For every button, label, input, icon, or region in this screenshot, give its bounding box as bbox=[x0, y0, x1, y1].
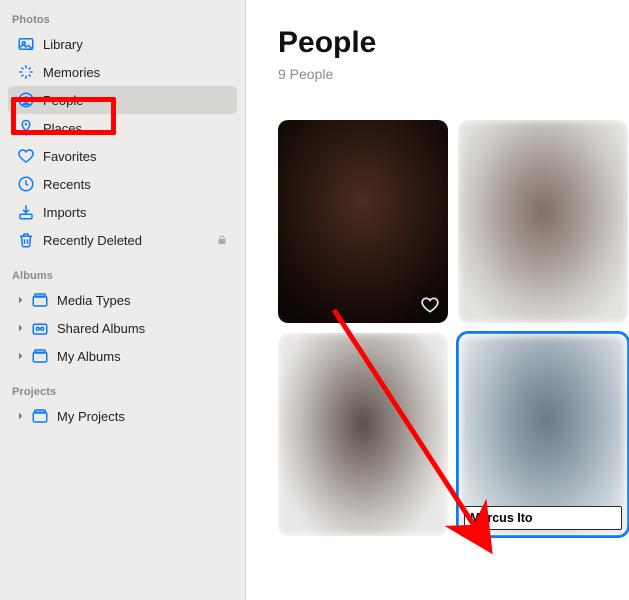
sidebar-item-my-projects[interactable]: My Projects bbox=[8, 402, 237, 430]
sidebar-item-shared-albums[interactable]: Shared Albums bbox=[8, 314, 237, 342]
sidebar-item-label: Recently Deleted bbox=[43, 233, 215, 248]
main-content: People 9 People bbox=[246, 0, 629, 600]
shared-folder-icon bbox=[30, 319, 50, 337]
chevron-right-icon bbox=[16, 411, 26, 421]
clock-icon bbox=[16, 175, 36, 193]
sidebar-section-photos-title: Photos bbox=[6, 8, 239, 30]
chevron-right-icon bbox=[16, 351, 26, 361]
person-tile-selected[interactable] bbox=[458, 333, 628, 536]
person-name-input[interactable] bbox=[464, 506, 622, 530]
sidebar-item-favorites[interactable]: Favorites bbox=[8, 142, 237, 170]
favorite-heart-icon[interactable] bbox=[420, 295, 440, 315]
sidebar-section-albums-title: Albums bbox=[6, 264, 239, 286]
sidebar: Photos Library Memories People Places Fa… bbox=[0, 0, 246, 600]
trash-icon bbox=[16, 231, 36, 249]
sidebar-item-label: People bbox=[43, 93, 229, 108]
folder-icon bbox=[30, 291, 50, 309]
heart-icon bbox=[16, 147, 36, 165]
sidebar-item-label: Library bbox=[43, 37, 229, 52]
folder-icon bbox=[30, 407, 50, 425]
sidebar-item-people[interactable]: People bbox=[8, 86, 237, 114]
sidebar-item-recents[interactable]: Recents bbox=[8, 170, 237, 198]
sidebar-item-imports[interactable]: Imports bbox=[8, 198, 237, 226]
person-tile[interactable] bbox=[458, 120, 628, 323]
chevron-right-icon bbox=[16, 323, 26, 333]
sidebar-item-label: My Albums bbox=[57, 349, 229, 364]
sidebar-item-label: Recents bbox=[43, 177, 229, 192]
page-subtitle: 9 People bbox=[278, 66, 629, 82]
sidebar-item-my-albums[interactable]: My Albums bbox=[8, 342, 237, 370]
folder-icon bbox=[30, 347, 50, 365]
sidebar-section-projects-title: Projects bbox=[6, 380, 239, 402]
pin-icon bbox=[16, 119, 36, 137]
page-title: People bbox=[278, 26, 629, 60]
sidebar-item-label: Favorites bbox=[43, 149, 229, 164]
photos-lib-icon bbox=[16, 35, 36, 53]
sidebar-item-recently-deleted[interactable]: Recently Deleted bbox=[8, 226, 237, 254]
person-tile[interactable] bbox=[278, 120, 448, 323]
sidebar-item-label: My Projects bbox=[57, 409, 229, 424]
chevron-right-icon bbox=[16, 295, 26, 305]
sidebar-item-memories[interactable]: Memories bbox=[8, 58, 237, 86]
sidebar-item-label: Places bbox=[43, 121, 229, 136]
sidebar-item-label: Shared Albums bbox=[57, 321, 229, 336]
people-grid bbox=[278, 120, 629, 536]
import-icon bbox=[16, 203, 36, 221]
person-tile[interactable] bbox=[278, 333, 448, 536]
lock-icon bbox=[215, 233, 229, 247]
sidebar-item-media-types[interactable]: Media Types bbox=[8, 286, 237, 314]
sidebar-item-label: Media Types bbox=[57, 293, 229, 308]
sidebar-item-label: Memories bbox=[43, 65, 229, 80]
sparkle-icon bbox=[16, 63, 36, 81]
sidebar-item-places[interactable]: Places bbox=[8, 114, 237, 142]
sidebar-item-label: Imports bbox=[43, 205, 229, 220]
person-circle-icon bbox=[16, 91, 36, 109]
sidebar-item-library[interactable]: Library bbox=[8, 30, 237, 58]
